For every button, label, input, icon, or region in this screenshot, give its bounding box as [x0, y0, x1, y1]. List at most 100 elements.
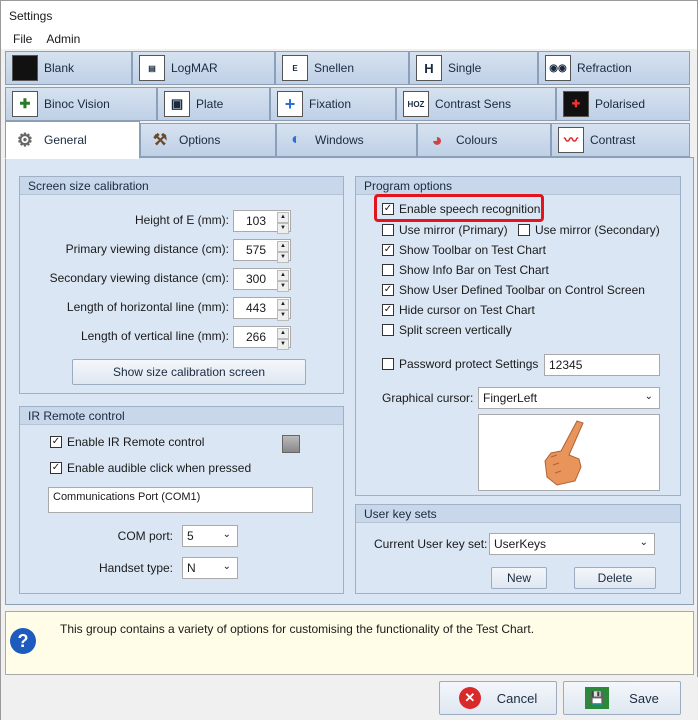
enable-click-checkbox[interactable]: ✓ Enable audible click when pressed: [50, 461, 251, 475]
select-value: FingerLeft: [483, 391, 538, 405]
tab-colours[interactable]: ◕ Colours: [417, 123, 551, 157]
horizontal-line-input[interactable]: 443 ▲ ▼: [233, 297, 291, 321]
show-infobar-checkbox[interactable]: Show Info Bar on Test Chart: [382, 263, 549, 277]
split-screen-checkbox[interactable]: Split screen vertically: [382, 323, 512, 337]
speech-recognition-checkbox[interactable]: ✓ Enable speech recognition: [382, 202, 540, 216]
tab-label: Snellen: [314, 61, 355, 75]
tab-general[interactable]: ⚙ General: [5, 121, 140, 159]
spin-up-icon[interactable]: ▲: [277, 270, 289, 281]
check-icon: [518, 224, 530, 236]
secondary-distance-input[interactable]: 300 ▲ ▼: [233, 268, 291, 292]
mirror-secondary-checkbox[interactable]: Use mirror (Secondary): [518, 223, 660, 237]
tab-label: Binoc Vision: [44, 97, 110, 111]
spinner[interactable]: ▲ ▼: [277, 299, 289, 321]
check-icon: ✓: [382, 284, 394, 296]
group-title: User key sets: [356, 505, 680, 523]
logmar-chart-icon: ▤: [139, 55, 165, 81]
value-text: 575: [245, 243, 267, 257]
keyset-select[interactable]: UserKeys ⌄: [489, 533, 655, 555]
secondary-distance-label: Secondary viewing distance (cm):: [49, 271, 229, 285]
checkbox-label: Enable speech recognition: [399, 202, 541, 216]
window-title: Settings: [9, 9, 53, 23]
show-user-toolbar-checkbox[interactable]: ✓ Show User Defined Toolbar on Control S…: [382, 283, 645, 297]
spin-up-icon[interactable]: ▲: [277, 212, 289, 223]
check-icon: ✓: [382, 304, 394, 316]
graphical-cursor-label: Graphical cursor:: [382, 391, 474, 405]
cursor-preview: [478, 414, 660, 491]
help-icon: ?: [10, 628, 36, 654]
spin-up-icon[interactable]: ▲: [277, 328, 289, 339]
spin-down-icon[interactable]: ▼: [277, 310, 289, 321]
menu-file[interactable]: File: [13, 32, 32, 46]
new-keyset-button[interactable]: New: [491, 567, 547, 589]
tab-label: Single: [448, 61, 482, 75]
plate-icon: ▣: [164, 91, 190, 117]
user-keys-group: User key sets Current User key set: User…: [355, 504, 681, 594]
tab-contrast-sens[interactable]: HOZ Contrast Sens: [396, 87, 556, 121]
tab-label: Polarised: [595, 97, 646, 111]
tab-polarised[interactable]: ✚ Polarised: [556, 87, 690, 121]
general-panel: Screen size calibration Height of E (mm)…: [5, 157, 694, 605]
save-button[interactable]: 💾 Save: [563, 681, 681, 715]
tab-binoc-vision[interactable]: ✚ Binoc Vision: [5, 87, 157, 121]
tab-refraction[interactable]: ◉◉ Refraction: [538, 51, 690, 85]
show-toolbar-checkbox[interactable]: ✓ Show Toolbar on Test Chart: [382, 243, 546, 257]
tab-label: Colours: [456, 133, 498, 147]
delete-keyset-button[interactable]: Delete: [574, 567, 656, 589]
info-bar: ? This group contains a variety of optio…: [5, 611, 694, 675]
checkbox-label: Show Toolbar on Test Chart: [399, 243, 546, 257]
group-title: Screen size calibration: [20, 177, 343, 195]
comm-port-textbox[interactable]: Communications Port (COM1): [48, 487, 313, 513]
chevron-down-icon: ⌄: [222, 529, 231, 540]
button-label: Save: [629, 690, 659, 706]
spin-down-icon[interactable]: ▼: [277, 281, 289, 292]
graphical-cursor-select[interactable]: FingerLeft ⌄: [478, 387, 660, 409]
tab-single[interactable]: H Single: [409, 51, 538, 85]
password-protect-checkbox[interactable]: Password protect Settings: [382, 357, 538, 371]
spin-up-icon[interactable]: ▲: [277, 241, 289, 252]
primary-distance-input[interactable]: 575 ▲ ▼: [233, 239, 291, 263]
show-calibration-button[interactable]: Show size calibration screen: [72, 359, 306, 385]
vertical-line-input[interactable]: 266 ▲ ▼: [233, 326, 291, 350]
current-keyset-label: Current User key set:: [374, 537, 488, 551]
check-icon: ✓: [50, 462, 62, 474]
blank-icon: [12, 55, 38, 81]
menu-bar: File Admin: [1, 29, 697, 49]
select-value: N: [187, 561, 196, 575]
spin-down-icon[interactable]: ▼: [277, 252, 289, 263]
spinner[interactable]: ▲ ▼: [277, 212, 289, 234]
mirror-primary-checkbox[interactable]: Use mirror (Primary): [382, 223, 508, 237]
tab-options[interactable]: ⚒ Options: [140, 123, 276, 157]
password-input[interactable]: 12345: [544, 354, 660, 376]
spinner[interactable]: ▲ ▼: [277, 241, 289, 263]
hide-cursor-checkbox[interactable]: ✓ Hide cursor on Test Chart: [382, 303, 535, 317]
value-text: 300: [245, 272, 267, 286]
contrast-icon: 〰: [558, 127, 584, 153]
tab-label: Refraction: [577, 61, 632, 75]
spin-up-icon[interactable]: ▲: [277, 299, 289, 310]
tab-label: Contrast Sens: [435, 97, 512, 111]
handset-select[interactable]: N ⌄: [182, 557, 238, 579]
spinner[interactable]: ▲ ▼: [277, 270, 289, 292]
menu-admin[interactable]: Admin: [46, 32, 80, 46]
spin-down-icon[interactable]: ▼: [277, 223, 289, 234]
tab-fixation[interactable]: + Fixation: [270, 87, 396, 121]
check-icon: ✓: [382, 203, 394, 215]
height-of-e-input[interactable]: 103 ▲ ▼: [233, 210, 291, 234]
spin-down-icon[interactable]: ▼: [277, 339, 289, 350]
tab-windows[interactable]: ◐ Windows: [276, 123, 417, 157]
cancel-button[interactable]: ✕ Cancel: [439, 681, 557, 715]
com-port-select[interactable]: 5 ⌄: [182, 525, 238, 547]
tab-blank[interactable]: Blank: [5, 51, 132, 85]
windows-icon: ◐: [291, 131, 301, 148]
cancel-icon: ✕: [458, 687, 481, 709]
checkbox-label: Use mirror (Primary): [399, 223, 508, 237]
program-options-group: Program options ✓ Enable speech recognit…: [355, 176, 681, 496]
chevron-down-icon: ⌄: [222, 561, 231, 572]
tab-contrast[interactable]: 〰 Contrast: [551, 123, 690, 157]
enable-ir-checkbox[interactable]: ✓ Enable IR Remote control: [50, 435, 204, 449]
tab-plate[interactable]: ▣ Plate: [157, 87, 270, 121]
tab-logmar[interactable]: ▤ LogMAR: [132, 51, 275, 85]
spinner[interactable]: ▲ ▼: [277, 328, 289, 350]
tab-snellen[interactable]: E Snellen: [275, 51, 409, 85]
